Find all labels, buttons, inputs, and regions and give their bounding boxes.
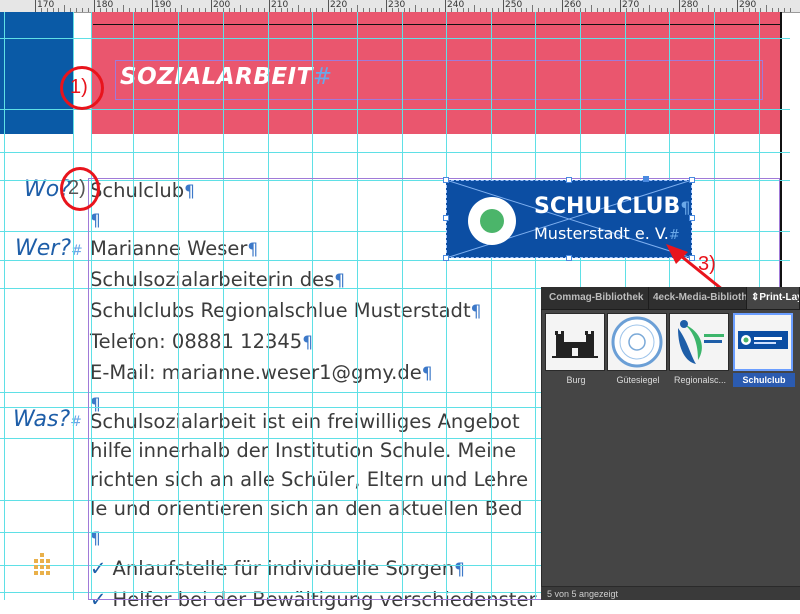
tab-print-layouts[interactable]: ⇕Print-Layouts — [747, 287, 800, 309]
ruler-minor-tick — [708, 5, 709, 12]
ruler-minor-tick — [784, 8, 785, 12]
ruler-minor-tick — [298, 5, 299, 12]
resize-handle-ne[interactable] — [689, 177, 695, 183]
ruler-tick-label: 260 — [564, 0, 582, 10]
annotation-label-1: 1) — [70, 76, 88, 98]
ruler-major-tick — [503, 0, 504, 12]
label-was-pilcrow: # — [70, 414, 82, 430]
ruler-tick-label: 240 — [447, 0, 465, 10]
library-item-guetesiegel[interactable] — [607, 313, 667, 371]
ruler-minor-tick — [474, 5, 475, 12]
ruler-minor-tick — [123, 5, 124, 12]
ruler-minor-tick — [82, 8, 83, 12]
ruler-tick-label: 180 — [96, 0, 114, 10]
logo-subtitle: Musterstadt e. V.# — [534, 224, 680, 243]
ruler-minor-tick — [415, 5, 416, 12]
logo-dot-icon — [480, 209, 504, 233]
schulclub-logo — [738, 331, 788, 349]
label-wer-text: Wer? — [15, 236, 72, 261]
ruler-major-tick — [386, 0, 387, 12]
ruler-major-tick — [94, 0, 95, 12]
ruler-tick-label: 200 — [213, 0, 231, 10]
ruler-major-tick — [620, 0, 621, 12]
ruler-major-tick — [679, 0, 680, 12]
ruler-tick-label: 210 — [271, 0, 289, 10]
library-footer: 5 von 5 angezeigt — [541, 586, 800, 600]
title-text-frame — [115, 60, 763, 100]
ruler-tick-label: 270 — [622, 0, 640, 10]
library-item-burg[interactable] — [545, 313, 605, 371]
ruler-minor-tick — [76, 8, 77, 12]
ruler-minor-tick — [88, 8, 89, 12]
resize-handle-ref[interactable] — [643, 176, 649, 182]
resize-handle-n[interactable] — [566, 177, 572, 183]
ruler-minor-tick — [357, 5, 358, 12]
ruler-tick-label: 280 — [681, 0, 699, 10]
resize-handle-nw[interactable] — [443, 177, 449, 183]
tab-commag-bibliothek[interactable]: Commag-Bibliothek — [545, 287, 649, 309]
seal-icon — [611, 316, 663, 368]
library-item-schulclub[interactable] — [733, 313, 793, 371]
page-top-edge — [93, 24, 781, 25]
ruler-major-tick — [211, 0, 212, 12]
library-item-regionalschule[interactable] — [669, 313, 729, 371]
ruler-tick-label: 190 — [154, 0, 172, 10]
castle-icon — [552, 331, 598, 358]
banner-blue-block — [0, 12, 73, 134]
library-footer-text: 5 von 5 angezeigt — [547, 589, 619, 599]
ruler-tick-label: 230 — [388, 0, 406, 10]
regional-schule-logo — [678, 320, 724, 364]
ruler-tick-label: 250 — [505, 0, 523, 10]
tab-4eck-media-bibliothek[interactable]: 4eck-Media-Bibliothek — [649, 287, 747, 309]
library-caption: Regionalsc... — [673, 375, 727, 385]
ruler-minor-tick — [766, 5, 767, 12]
logo-title: SCHULCLUB¶ — [534, 194, 691, 219]
ruler-major-tick — [35, 0, 36, 12]
tab-print-layouts-label: Print-Layouts — [759, 292, 799, 303]
ruler-tick-label: 220 — [330, 0, 348, 10]
vertical-guide[interactable] — [4, 12, 5, 600]
ruler-major-tick — [562, 0, 563, 12]
ruler-major-tick — [328, 0, 329, 12]
resize-handle-s[interactable] — [566, 255, 572, 261]
library-caption: Gütesiegel — [616, 375, 660, 385]
ruler-major-tick — [737, 0, 738, 12]
ruler-minor-tick — [64, 5, 65, 12]
ruler-tick-label: 170 — [37, 0, 55, 10]
logo-subtitle-text: Musterstadt e. V. — [534, 224, 669, 243]
ruler-minor-tick — [790, 8, 791, 12]
horizontal-guide[interactable] — [0, 152, 790, 153]
label-was[interactable]: Was?# — [13, 407, 82, 432]
label-was-text: Was? — [13, 407, 71, 432]
library-panel-tabs: Commag-Bibliothek 4eck-Media-Bibliothek … — [541, 287, 800, 310]
ruler-minor-tick — [181, 5, 182, 12]
ruler-minor-tick — [591, 5, 592, 12]
ruler-minor-tick — [532, 5, 533, 12]
ruler-minor-tick — [240, 5, 241, 12]
logo-title-text: SCHULCLUB — [534, 194, 681, 219]
library-caption-selected: Schulclub — [733, 373, 795, 387]
library-caption: Burg — [566, 375, 586, 385]
resize-handle-w[interactable] — [443, 215, 449, 221]
resize-handle-e[interactable] — [689, 215, 695, 221]
ruler-major-tick — [152, 0, 153, 12]
horizontal-guide[interactable] — [0, 109, 790, 110]
ruler-major-tick — [445, 0, 446, 12]
dots-icon — [34, 553, 50, 575]
horizontal-guide[interactable] — [0, 38, 790, 39]
ruler-minor-tick — [649, 5, 650, 12]
resize-handle-sw[interactable] — [443, 255, 449, 261]
ruler-tick-label: 290 — [739, 0, 757, 10]
annotation-label-2: 2) — [68, 177, 86, 199]
ruler-major-tick — [269, 0, 270, 12]
